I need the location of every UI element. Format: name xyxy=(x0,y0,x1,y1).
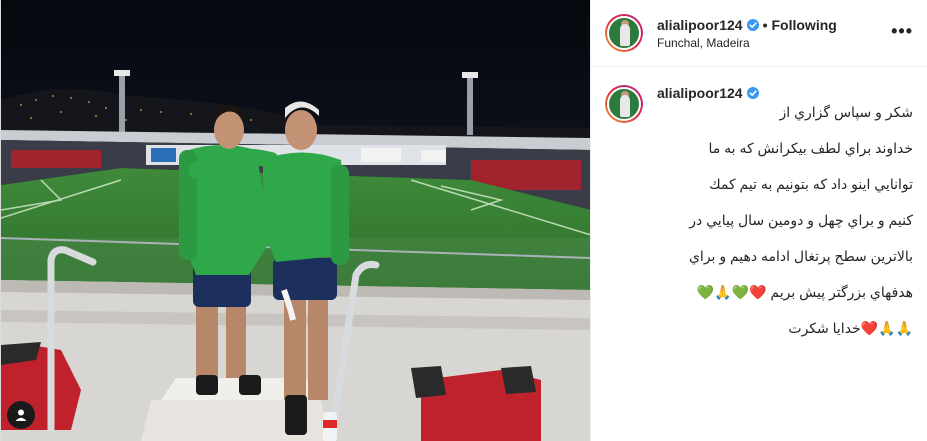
caption-line: كنيم و براي چهل و دومين سال پيايي در xyxy=(689,212,913,228)
caption-line: بالاترين سطح پرتغال ادامه دهيم و براي xyxy=(688,248,913,264)
more-options-icon[interactable]: ••• xyxy=(891,22,913,40)
caption-line: هدفهاي بزرگتر پيش بريم ❤️💚🙏💚 xyxy=(696,284,913,300)
caption-line: 🙏🙏❤️خدايا شکرت xyxy=(788,320,913,336)
username-link[interactable]: alialipoor124 xyxy=(657,17,743,33)
stadium-photo xyxy=(1,0,590,441)
caption-line: شکر و سپاس گزاري از xyxy=(779,104,913,120)
verified-badge-icon xyxy=(746,18,759,31)
header-text: alialipoor124 • Following Funchal, Madei… xyxy=(657,17,837,50)
caption-avatar[interactable] xyxy=(605,85,643,123)
avatar[interactable] xyxy=(605,14,643,52)
avatar-image xyxy=(607,16,641,50)
caption-username-link[interactable]: alialipoor124 xyxy=(657,85,743,101)
post-photo[interactable] xyxy=(1,0,590,441)
person-icon xyxy=(15,409,27,421)
instagram-post: alialipoor124 • Following Funchal, Madei… xyxy=(0,0,927,441)
avatar-image xyxy=(607,87,641,121)
separator-dot: • xyxy=(762,16,768,33)
following-button[interactable]: Following xyxy=(772,17,837,33)
caption-line: توانايي اينو داد که بتونيم به تيم کمك xyxy=(709,176,913,192)
post-sidebar: alialipoor124 • Following Funchal, Madei… xyxy=(590,0,927,441)
verified-badge-icon xyxy=(746,87,759,99)
caption-line: خداوند براي لطف بيکرانش که به ما xyxy=(708,140,914,156)
caption: alialipoor124 شکر و سپاس گزاري از خداوند… xyxy=(591,67,927,355)
location-link[interactable]: Funchal, Madeira xyxy=(657,36,837,50)
user-tag-button[interactable] xyxy=(7,401,35,429)
caption-text: شکر و سپاس گزاري از خداوند براي لطف بيکر… xyxy=(657,85,913,355)
caption-body: alialipoor124 شکر و سپاس گزاري از خداوند… xyxy=(657,85,913,355)
post-header: alialipoor124 • Following Funchal, Madei… xyxy=(591,0,927,67)
